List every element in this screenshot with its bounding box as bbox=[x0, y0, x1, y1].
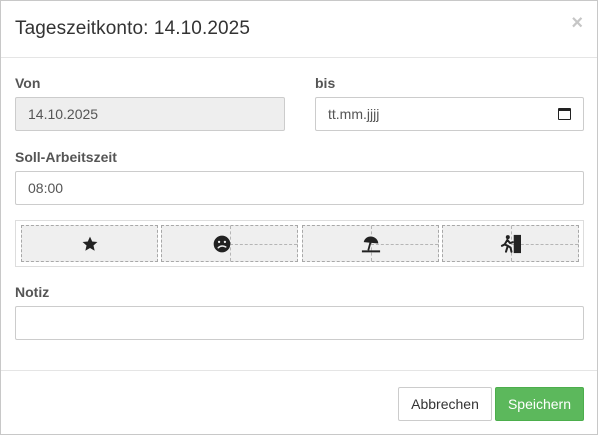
bis-placeholder: tt.mm.jjjj bbox=[328, 106, 380, 122]
bis-date-input[interactable]: tt.mm.jjjj bbox=[315, 97, 584, 131]
sick-button[interactable] bbox=[161, 225, 298, 262]
day-type-toolbar bbox=[15, 220, 584, 267]
soll-arbeitszeit-label: Soll-Arbeitszeit bbox=[15, 149, 117, 165]
exit-button[interactable] bbox=[442, 225, 579, 262]
notiz-input[interactable] bbox=[15, 306, 584, 340]
von-label: Von bbox=[15, 75, 41, 91]
close-button[interactable]: × bbox=[571, 13, 583, 33]
soll-arbeitszeit-value: 08:00 bbox=[28, 180, 64, 196]
dialog-footer: Abbrechen Speichern bbox=[1, 370, 597, 434]
vacation-button[interactable] bbox=[302, 225, 439, 262]
exit-icon bbox=[500, 234, 521, 253]
bis-label: bis bbox=[315, 75, 336, 91]
notiz-label: Notiz bbox=[15, 284, 50, 300]
soll-arbeitszeit-input[interactable]: 08:00 bbox=[15, 171, 584, 205]
dialog: Tageszeitkonto: 14.10.2025 × Von 14.10.2… bbox=[0, 0, 598, 435]
von-value: 14.10.2025 bbox=[28, 106, 99, 122]
dialog-header: Tageszeitkonto: 14.10.2025 × bbox=[1, 1, 597, 58]
star-icon bbox=[82, 236, 97, 251]
von-field: 14.10.2025 bbox=[15, 97, 285, 131]
sick-face-icon bbox=[213, 235, 230, 252]
beach-umbrella-icon bbox=[361, 236, 380, 252]
calendar-icon[interactable] bbox=[558, 108, 571, 120]
save-button[interactable]: Speichern bbox=[495, 387, 584, 421]
cancel-button[interactable]: Abbrechen bbox=[398, 387, 492, 421]
dialog-title: Tageszeitkonto: 14.10.2025 bbox=[15, 18, 250, 39]
star-button[interactable] bbox=[21, 225, 158, 262]
